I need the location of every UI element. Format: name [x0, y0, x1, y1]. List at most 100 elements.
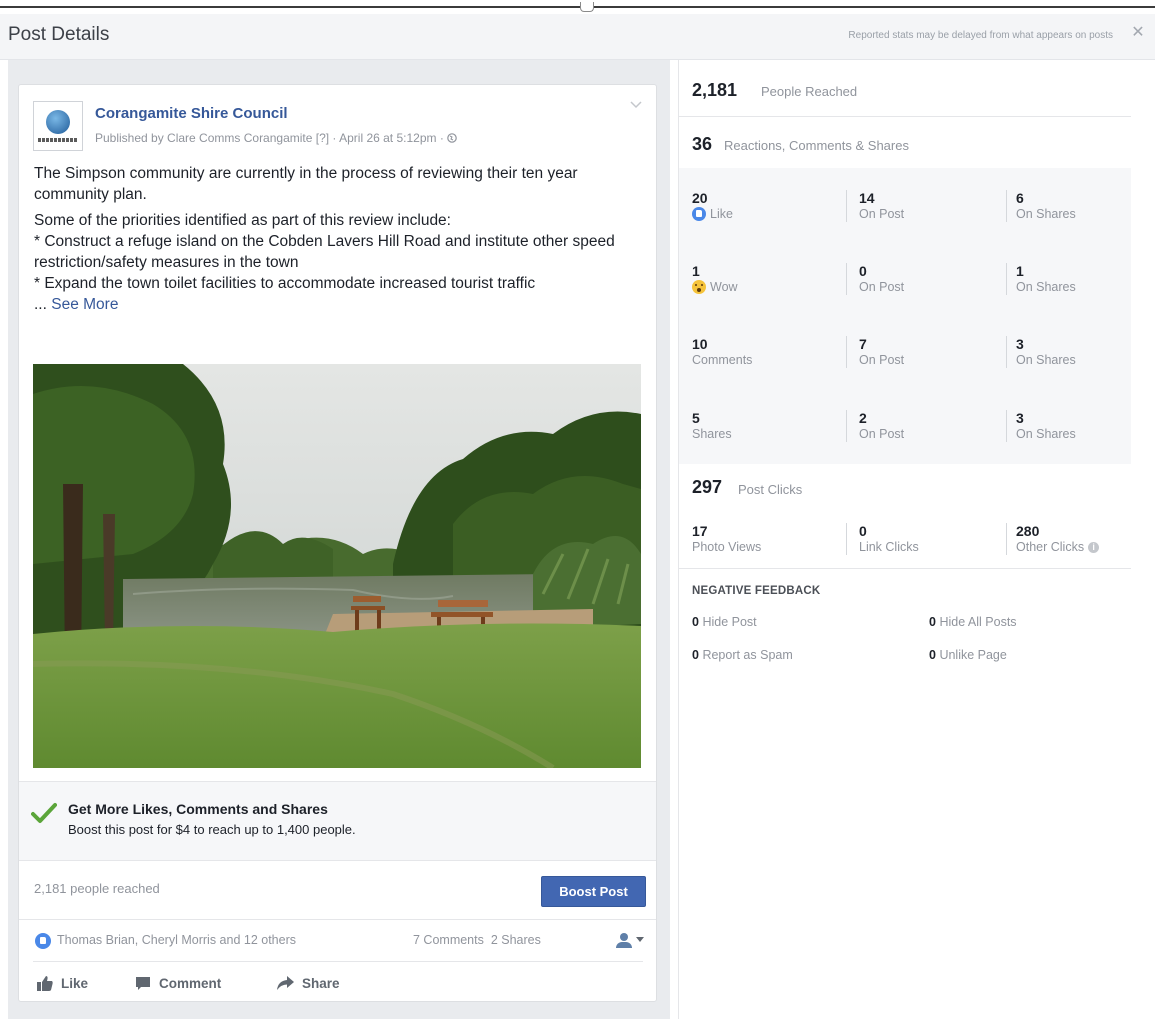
negative-feedback-title: NEGATIVE FEEDBACK — [692, 585, 821, 597]
hide-post-value: 0 — [692, 615, 699, 629]
close-icon[interactable]: ✕ — [1127, 22, 1149, 44]
divider — [846, 190, 847, 222]
post-meta-text: Published by Clare Comms Corangamite [?]… — [95, 131, 448, 145]
boost-promo-title: Get More Likes, Comments and Shares — [68, 801, 328, 817]
divider — [1006, 190, 1007, 222]
comments-on-post: 7 — [859, 336, 867, 352]
link-clicks-cell: 0 Link Clicks — [859, 523, 1009, 555]
reactors-link[interactable]: Thomas Brian, Cheryl Morris and 12 other… — [57, 933, 296, 947]
like-button[interactable]: Like — [37, 972, 88, 994]
divider — [1006, 410, 1007, 442]
on-shares-label: On Shares — [1016, 427, 1076, 441]
comments-total: 10 — [692, 336, 708, 352]
wow-total: 1 — [692, 263, 700, 279]
chevron-down-icon[interactable] — [630, 101, 642, 109]
report-spam-label: Report as Spam — [702, 648, 793, 662]
see-more-link[interactable]: See More — [51, 296, 118, 313]
post-preview-panel: Corangamite Shire Council Published by C… — [8, 60, 670, 1019]
shares-count-link[interactable]: 2 Shares — [491, 933, 541, 947]
drag-handle[interactable] — [580, 2, 594, 12]
divider — [1006, 523, 1007, 555]
shares-on-post: 2 — [859, 410, 867, 426]
divider — [679, 116, 1131, 117]
profile-icon[interactable] — [614, 931, 634, 951]
shares-total-cell: 5 Shares — [692, 410, 842, 442]
unlike-page-stat: 0 Unlike Page — [929, 648, 1007, 662]
share-label: Share — [302, 975, 340, 991]
post-line: * Expand the town toilet facilities to a… — [34, 275, 536, 292]
link-clicks-value: 0 — [859, 523, 867, 539]
wow-total-label-wrap: Wow — [692, 279, 842, 295]
dialog-header: Post Details Reported stats may be delay… — [0, 14, 1155, 60]
divider — [1006, 263, 1007, 295]
shares-on-shares: 3 — [1016, 410, 1024, 426]
comments-total-cell: 10 Comments — [692, 336, 842, 368]
boost-promo: Get More Likes, Comments and Shares Boos… — [19, 781, 656, 860]
share-button[interactable]: Share — [277, 972, 340, 994]
comments-count-link[interactable]: 7 Comments — [413, 933, 484, 947]
like-reaction-icon — [35, 933, 51, 949]
like-total-cell: 20 Like — [692, 190, 842, 222]
unlike-page-label: Unlike Page — [939, 648, 1007, 662]
logo-banner — [38, 138, 78, 142]
hide-post-label: Hide Post — [702, 615, 757, 629]
globe-icon — [447, 133, 457, 143]
post-body: The Simpson community are currently in t… — [34, 163, 649, 315]
council-logo-icon — [46, 110, 70, 134]
reach-row: 2,181 people reached Boost Post — [19, 860, 656, 920]
shares-total: 5 — [692, 410, 700, 426]
comment-icon — [136, 976, 150, 990]
insights-panel: 2,181 People Reached 36 Reactions, Comme… — [678, 60, 1155, 1019]
wow-total-cell: 1 Wow — [692, 263, 842, 295]
report-spam-value: 0 — [692, 648, 699, 662]
dialog-title: Post Details — [8, 24, 110, 45]
shares-on-post-cell: 2 On Post — [859, 410, 1009, 442]
post-line: Some of the priorities identified as par… — [34, 212, 451, 229]
boost-promo-subtitle: Boost this post for $4 to reach up to 1,… — [68, 822, 356, 837]
boost-post-button[interactable]: Boost Post — [541, 876, 646, 907]
engagement-value: 36 — [692, 134, 713, 154]
like-total: 20 — [692, 190, 708, 206]
like-on-post: 14 — [859, 190, 875, 206]
comment-label: Comment — [159, 975, 222, 991]
wow-on-shares-cell: 1 On Shares — [1016, 263, 1155, 295]
divider — [1006, 336, 1007, 368]
top-border — [0, 6, 1155, 8]
wow-on-post: 0 — [859, 263, 867, 279]
other-clicks-cell: 280 Other Clicks i — [1016, 523, 1155, 555]
like-icon — [692, 207, 706, 221]
post-photo[interactable] — [33, 364, 641, 768]
post-meta: Published by Clare Comms Corangamite [?]… — [95, 131, 457, 145]
like-on-shares-cell: 6 On Shares — [1016, 190, 1155, 222]
post-intro: The Simpson community are currently in t… — [34, 165, 578, 203]
divider — [846, 410, 847, 442]
hide-all-posts-label: Hide All Posts — [939, 615, 1017, 629]
share-arrow-icon — [277, 975, 294, 990]
post-card: Corangamite Shire Council Published by C… — [18, 84, 657, 1002]
page-avatar[interactable] — [33, 101, 83, 151]
ellipsis: ... — [34, 296, 52, 313]
caret-down-icon[interactable] — [636, 937, 644, 942]
profile-head — [620, 933, 628, 941]
reactions-breakdown: 20 Like 14 On Post 6 On Shares 1 Wow 0 O — [679, 168, 1131, 464]
report-spam-stat: 0 Report as Spam — [692, 648, 793, 662]
unlike-page-value: 0 — [929, 648, 936, 662]
page-name-link[interactable]: Corangamite Shire Council — [95, 105, 288, 122]
other-clicks-label: Other Clicks — [1016, 540, 1085, 554]
like-total-label-wrap: Like — [692, 206, 842, 222]
like-label: Like — [61, 975, 89, 991]
hide-post-stat: 0 Hide Post — [692, 615, 757, 629]
photo-views-label: Photo Views — [692, 540, 762, 554]
info-icon[interactable]: i — [1088, 541, 1100, 553]
post-line: * Construct a refuge island on the Cobde… — [34, 233, 615, 271]
on-shares-label: On Shares — [1016, 280, 1076, 294]
wow-label: Wow — [710, 280, 738, 294]
other-clicks-label-wrap: Other Clicks i — [1016, 539, 1155, 555]
comments-on-shares-cell: 3 On Shares — [1016, 336, 1155, 368]
hide-all-posts-stat: 0 Hide All Posts — [929, 615, 1017, 629]
wow-icon — [692, 280, 706, 294]
on-post-label: On Post — [859, 427, 905, 441]
post-clicks-label: Post Clicks — [738, 482, 803, 497]
comment-button[interactable]: Comment — [135, 972, 221, 994]
photo-views-value: 17 — [692, 523, 708, 539]
